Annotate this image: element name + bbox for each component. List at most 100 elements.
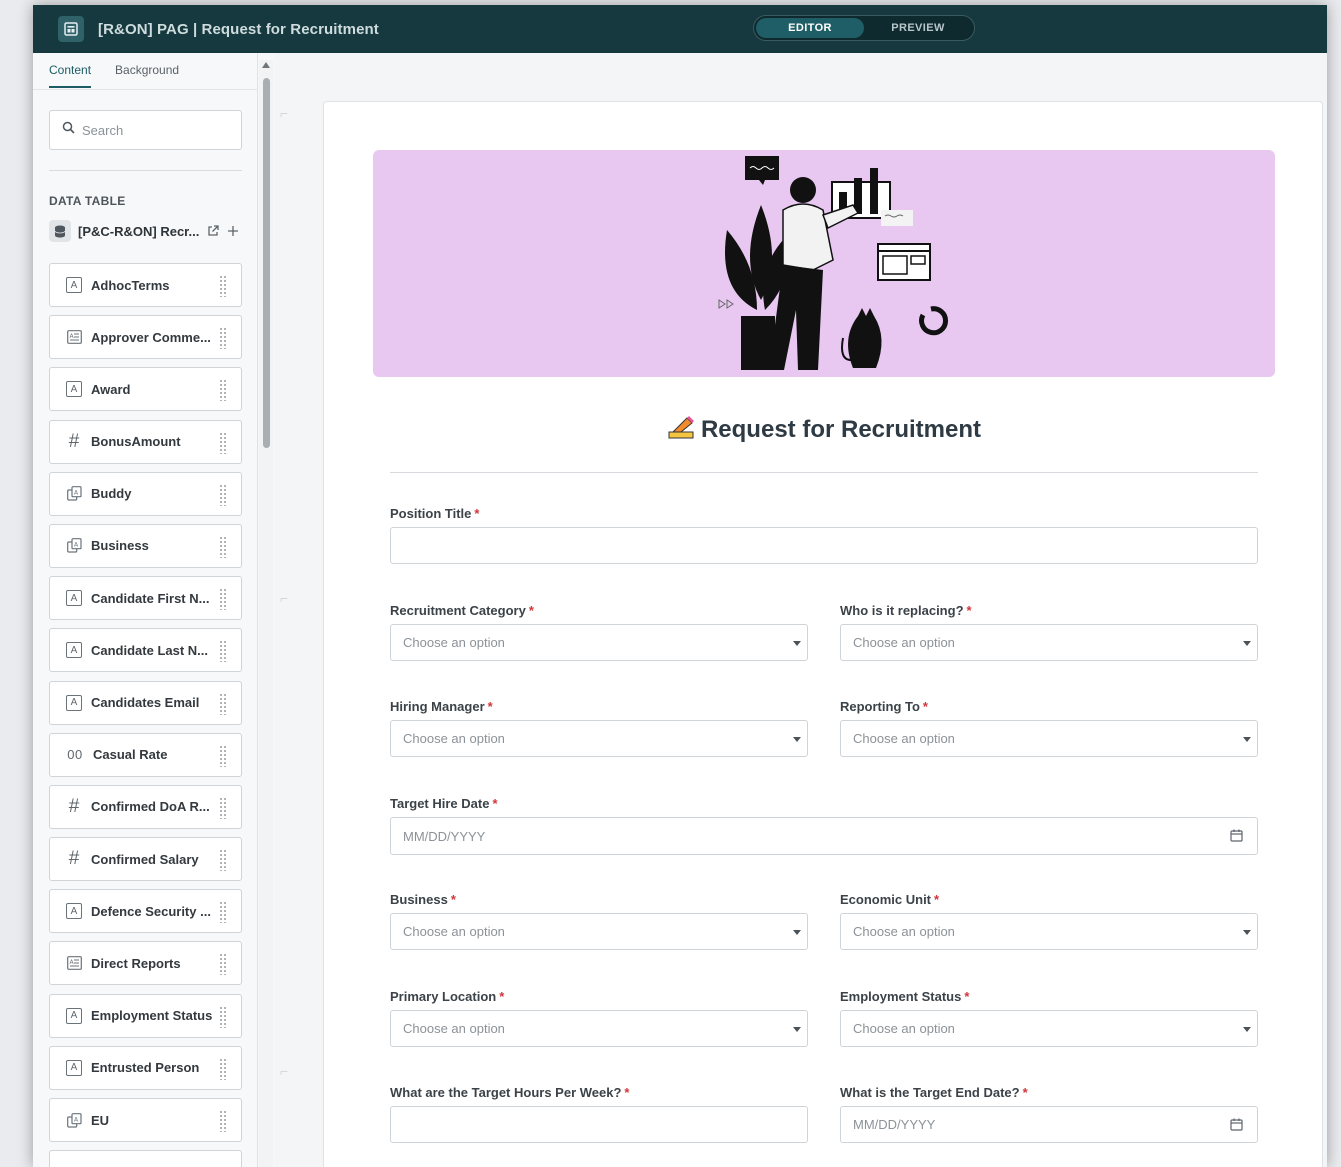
drag-handle-icon[interactable] bbox=[219, 953, 227, 976]
label-text: Business bbox=[390, 892, 448, 907]
calendar-icon[interactable] bbox=[1230, 1118, 1243, 1134]
economic-unit-label: Economic Unit * bbox=[840, 892, 939, 907]
position-title-input[interactable] bbox=[390, 527, 1258, 564]
label-text: Position Title bbox=[390, 506, 472, 521]
who-replacing-select[interactable]: Choose an option bbox=[840, 624, 1258, 661]
drag-handle-icon[interactable] bbox=[219, 640, 227, 663]
form-title-text: Request for Recruitment bbox=[700, 416, 982, 443]
drag-handle-icon[interactable] bbox=[219, 1110, 227, 1132]
field-item-confirmed-doa[interactable]: # Confirmed DoA R... bbox=[49, 784, 242, 829]
required-marker: * bbox=[1022, 1085, 1028, 1100]
label-text: Recruitment Category bbox=[390, 603, 526, 618]
required-marker: * bbox=[492, 796, 498, 811]
panel-tabs: Content Background bbox=[49, 63, 179, 88]
field-label: AdhocTerms bbox=[91, 277, 170, 293]
business-label: Business * bbox=[390, 892, 456, 907]
drag-handle-icon[interactable] bbox=[219, 379, 227, 402]
drag-handle-icon[interactable] bbox=[219, 535, 227, 558]
economic-unit-select[interactable]: Choose an option bbox=[840, 913, 1258, 950]
drag-handle-icon[interactable] bbox=[219, 692, 227, 715]
field-item-bonusamount[interactable]: # BonusAmount bbox=[49, 419, 242, 464]
select-placeholder: Choose an option bbox=[403, 1021, 505, 1036]
business-select[interactable]: Choose an option bbox=[390, 913, 808, 950]
app-icon[interactable] bbox=[58, 16, 84, 42]
field-label: Business bbox=[91, 538, 149, 554]
canvas-decor-icon: ⌐ bbox=[280, 1063, 289, 1079]
primary-location-select[interactable]: Choose an option bbox=[390, 1010, 808, 1047]
field-item-defence-security[interactable]: A Defence Security ... bbox=[49, 889, 242, 934]
drag-handle-icon[interactable] bbox=[219, 483, 227, 506]
field-item-casual-rate[interactable]: 00 Casual Rate bbox=[49, 732, 242, 777]
primary-location-label: Primary Location * bbox=[390, 989, 504, 1004]
drag-handle-icon[interactable] bbox=[219, 849, 227, 872]
hiring-manager-label: Hiring Manager * bbox=[390, 699, 493, 714]
recruitment-category-select[interactable]: Choose an option bbox=[390, 624, 808, 661]
drag-handle-icon[interactable] bbox=[219, 744, 227, 767]
drag-handle-icon[interactable] bbox=[219, 901, 227, 924]
search-box[interactable] bbox=[49, 110, 242, 150]
label-text: Target Hire Date bbox=[390, 796, 490, 811]
drag-handle-icon[interactable] bbox=[219, 1005, 227, 1028]
recruitment-illustration bbox=[718, 156, 948, 370]
add-table-icon[interactable] bbox=[227, 225, 239, 237]
field-item-direct-reports[interactable]: A Direct Reports bbox=[49, 941, 242, 986]
field-item-buddy[interactable]: A Buddy bbox=[49, 471, 242, 516]
select-placeholder: Choose an option bbox=[403, 731, 505, 746]
target-hours-input[interactable] bbox=[390, 1106, 808, 1143]
field-item-adhocterms[interactable]: A AdhocTerms bbox=[49, 263, 242, 307]
drag-handle-icon[interactable] bbox=[219, 588, 227, 611]
target-end-date-label: What is the Target End Date? * bbox=[840, 1085, 1028, 1100]
field-item-entrusted-person[interactable]: A Entrusted Person bbox=[49, 1045, 242, 1090]
field-item-partial[interactable] bbox=[49, 1150, 242, 1167]
search-input[interactable] bbox=[82, 122, 232, 138]
field-item-eu[interactable]: A EU bbox=[49, 1098, 242, 1142]
number-field-icon: # bbox=[68, 430, 80, 452]
scrollbar-thumb[interactable] bbox=[263, 78, 270, 448]
employment-status-label: Employment Status * bbox=[840, 989, 969, 1004]
field-item-business[interactable]: A Business bbox=[49, 523, 242, 568]
external-link-icon[interactable] bbox=[207, 225, 220, 237]
reporting-to-select[interactable]: Choose an option bbox=[840, 720, 1258, 757]
drag-handle-icon[interactable] bbox=[219, 431, 227, 454]
hiring-manager-select[interactable]: Choose an option bbox=[390, 720, 808, 757]
field-item-candidate-last-name[interactable]: A Candidate Last N... bbox=[49, 628, 242, 673]
tab-content[interactable]: Content bbox=[49, 63, 92, 88]
employment-status-select[interactable]: Choose an option bbox=[840, 1010, 1258, 1047]
canvas-decor-icon: ⌐ bbox=[280, 105, 289, 121]
position-title-label: Position Title * bbox=[390, 506, 479, 521]
required-marker: * bbox=[499, 989, 505, 1004]
drag-handle-icon[interactable] bbox=[219, 796, 227, 819]
scroll-up-icon[interactable] bbox=[262, 62, 270, 68]
canvas-decor-icon: ⌐ bbox=[280, 590, 289, 606]
drag-handle-icon[interactable] bbox=[219, 327, 227, 350]
title-divider bbox=[390, 472, 1258, 473]
field-item-candidate-first-name[interactable]: A Candidate First N... bbox=[49, 576, 242, 621]
field-label: BonusAmount bbox=[91, 434, 181, 450]
target-end-date-input[interactable]: MM/DD/YYYY bbox=[840, 1106, 1258, 1143]
drag-handle-icon[interactable] bbox=[219, 275, 227, 297]
number-field-icon: # bbox=[68, 848, 80, 870]
tab-background[interactable]: Background bbox=[115, 63, 179, 88]
preview-mode-button[interactable]: PREVIEW bbox=[864, 18, 972, 38]
date-placeholder: MM/DD/YYYY bbox=[403, 828, 486, 844]
editor-mode-button[interactable]: EDITOR bbox=[756, 18, 864, 38]
select-placeholder: Choose an option bbox=[403, 635, 505, 650]
field-item-employment-status[interactable]: A Employment Status bbox=[49, 993, 242, 1038]
field-item-confirmed-salary[interactable]: # Confirmed Salary bbox=[49, 837, 242, 882]
label-text: Economic Unit bbox=[840, 892, 932, 907]
data-table-row[interactable]: [P&C-R&ON] Recr... bbox=[49, 220, 242, 242]
target-hire-date-input[interactable]: MM/DD/YYYY bbox=[390, 817, 1258, 855]
field-item-approver-comments[interactable]: A Approver Comme... bbox=[49, 315, 242, 360]
field-label: Entrusted Person bbox=[91, 1060, 200, 1076]
long-text-field-icon: A bbox=[66, 955, 82, 971]
field-item-award[interactable]: A Award bbox=[49, 367, 242, 412]
calendar-icon[interactable] bbox=[1230, 829, 1243, 845]
required-marker: * bbox=[964, 989, 970, 1004]
label-text: What is the Target End Date? bbox=[840, 1085, 1020, 1100]
required-marker: * bbox=[474, 506, 480, 521]
left-panel: Content Background DATA TABLE [P&C-R&ON]… bbox=[33, 53, 258, 1167]
label-text: Primary Location bbox=[390, 989, 497, 1004]
field-item-candidates-email[interactable]: A Candidates Email bbox=[49, 680, 242, 725]
text-field-icon: A bbox=[66, 277, 82, 293]
drag-handle-icon[interactable] bbox=[219, 1057, 227, 1080]
